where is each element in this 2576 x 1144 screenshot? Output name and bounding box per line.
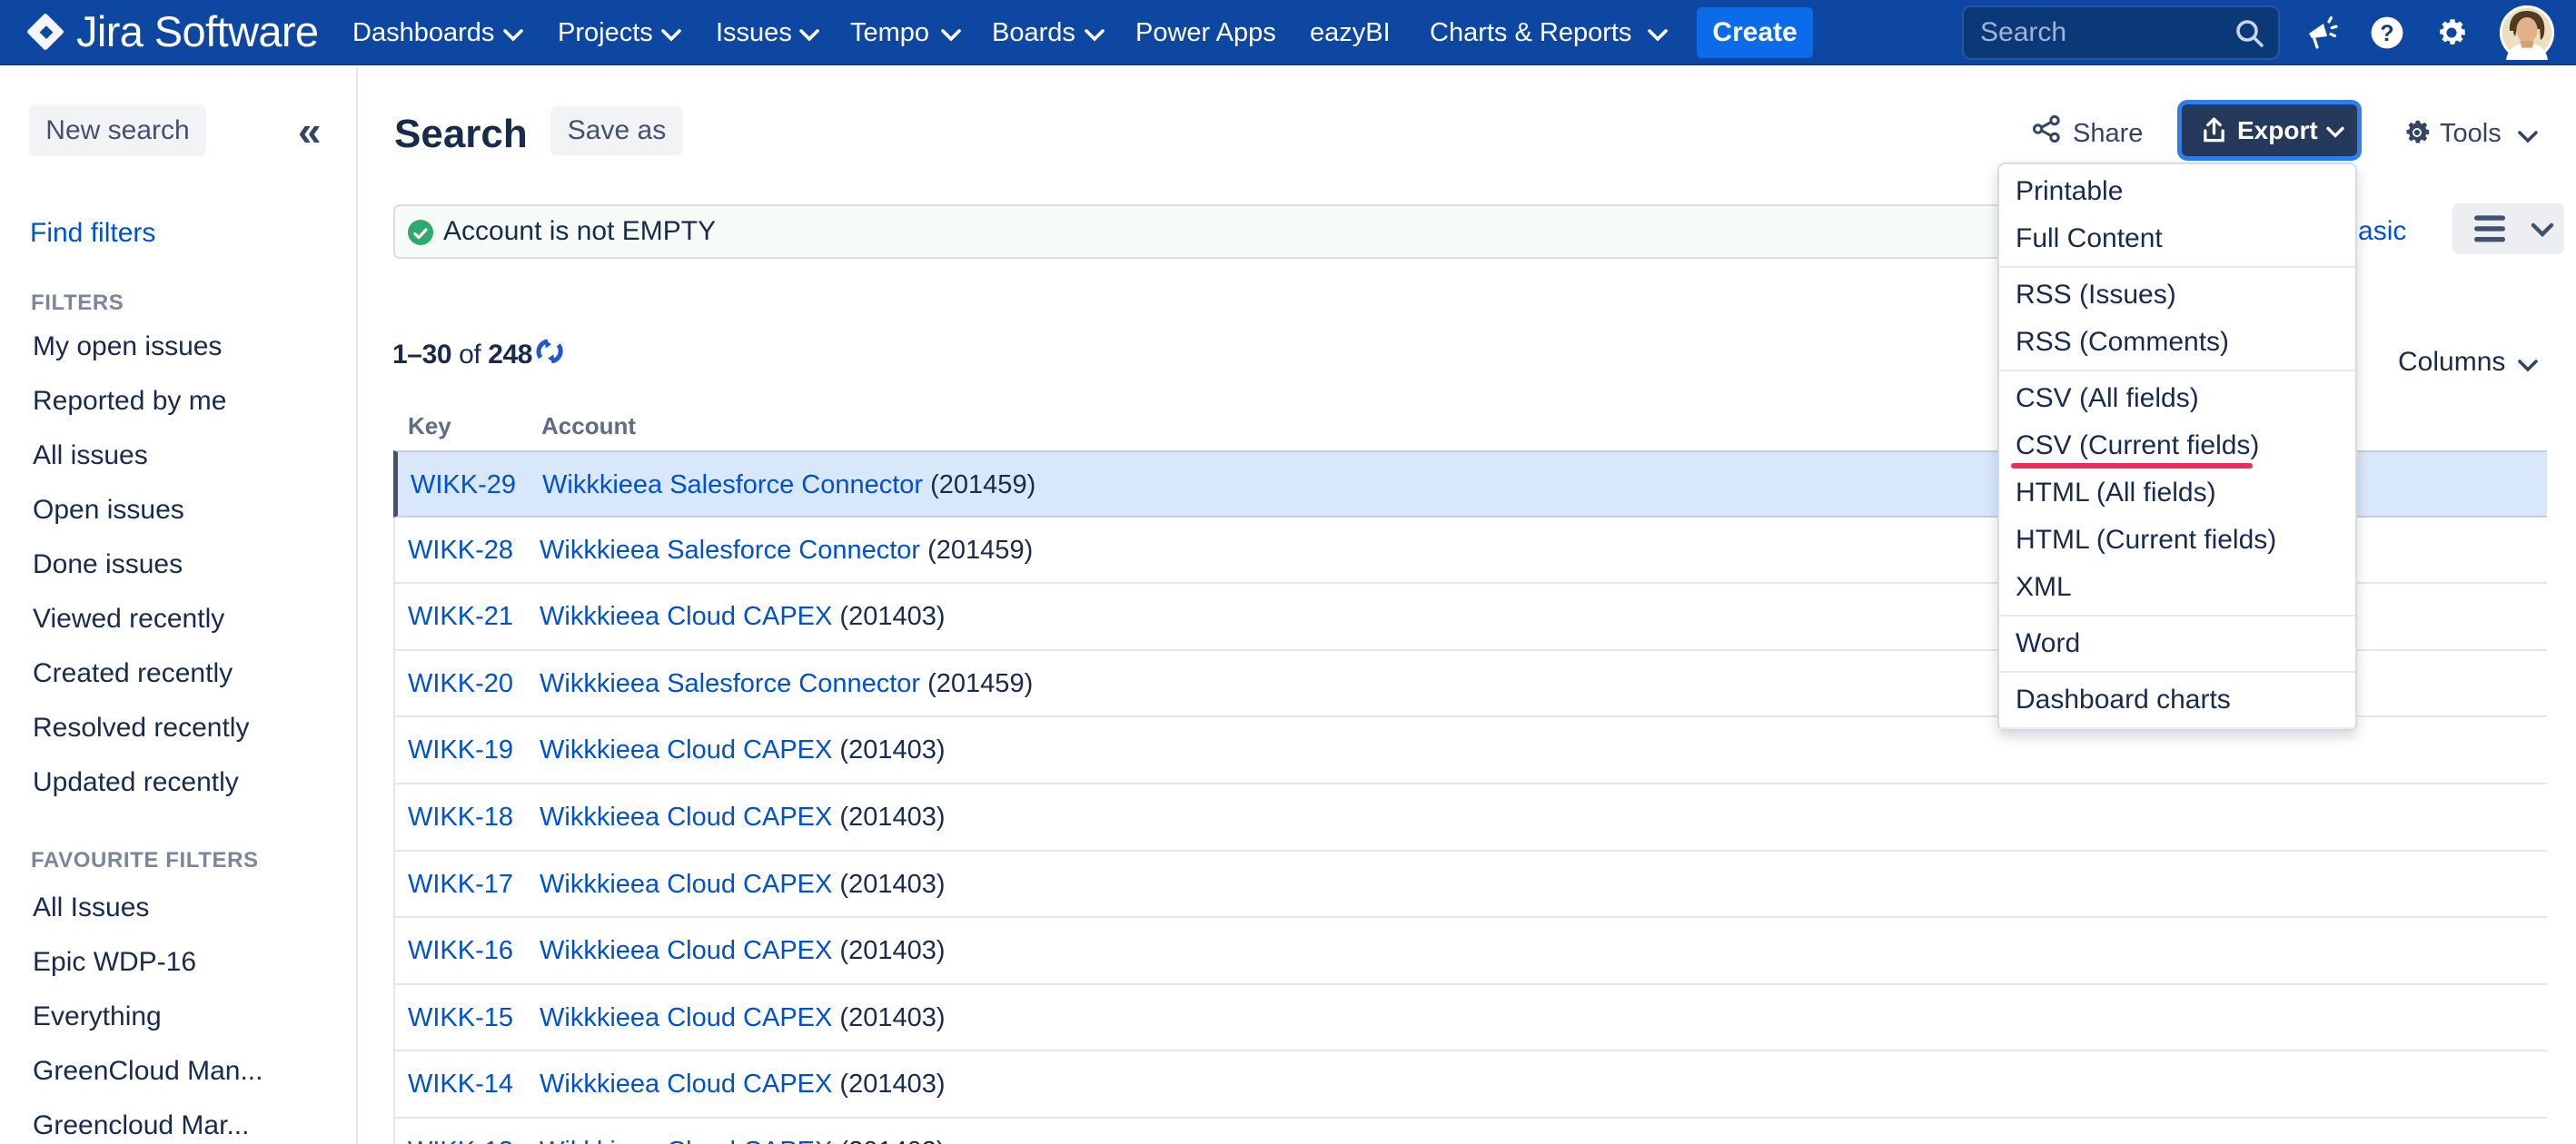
svg-text:?: ? — [2380, 21, 2393, 46]
